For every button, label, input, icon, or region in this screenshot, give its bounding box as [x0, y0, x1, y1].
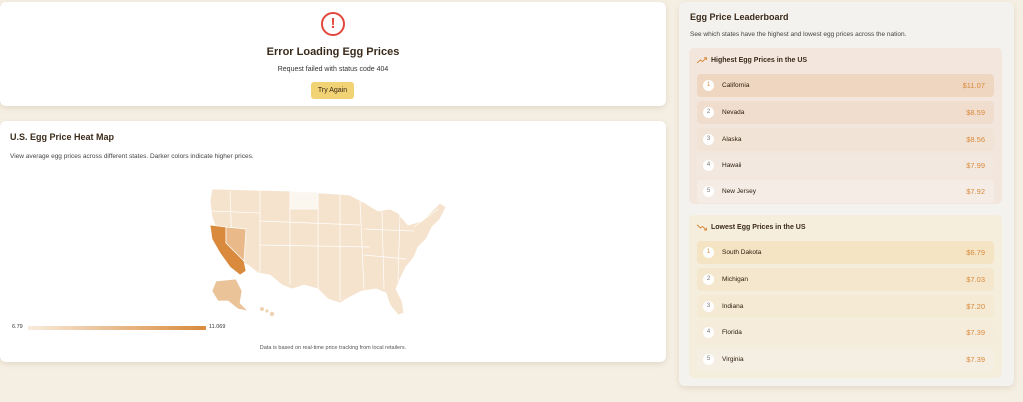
leaderboard-row[interactable]: 1 California $11.07 [697, 74, 994, 97]
error-title: Error Loading Egg Prices [266, 46, 400, 58]
us-map-body [209, 188, 447, 316]
alert-circle-icon: ! [321, 12, 345, 36]
state-north-dakota[interactable] [289, 191, 319, 210]
lowest-prices-section: Lowest Egg Prices in the US 1 South Dako… [689, 215, 1002, 378]
state-price: $7.99 [966, 161, 985, 170]
rank-badge: 2 [703, 274, 714, 285]
rank-badge: 3 [703, 301, 714, 312]
error-card: ! Error Loading Egg Prices Request faile… [0, 2, 666, 106]
lowest-prices-heading: Lowest Egg Prices in the US [697, 224, 806, 231]
rank-badge: 1 [703, 247, 714, 258]
state-price: $6.79 [966, 248, 985, 257]
state-name: Indiana [722, 303, 744, 310]
state-name: Florida [722, 329, 742, 336]
leaderboard-row[interactable]: 5 New Jersey $7.92 [697, 180, 994, 203]
us-heat-map[interactable] [200, 181, 460, 321]
highest-prices-heading-text: Highest Egg Prices in the US [711, 57, 808, 64]
leaderboard-panel: Egg Price Leaderboard See which states h… [679, 2, 1014, 386]
heat-map-title: U.S. Egg Price Heat Map [10, 132, 115, 142]
state-name: Nevada [722, 109, 745, 116]
rank-badge: 4 [703, 327, 714, 338]
state-name: Virginia [722, 356, 744, 363]
leaderboard-row[interactable]: 2 Nevada $8.59 [697, 101, 994, 124]
lowest-prices-heading-text: Lowest Egg Prices in the US [711, 224, 806, 231]
trending-up-icon [697, 57, 707, 64]
state-price: $8.59 [966, 108, 985, 117]
state-name: Hawaii [722, 162, 742, 169]
highest-prices-heading: Highest Egg Prices in the US [697, 57, 807, 64]
state-name: California [722, 82, 750, 89]
state-name: Michigan [722, 276, 749, 283]
state-price: $11.07 [962, 81, 985, 90]
state-alaska[interactable] [211, 278, 250, 312]
leaderboard-description: See which states have the highest and lo… [690, 31, 907, 38]
state-price: $7.39 [966, 328, 985, 337]
state-price: $7.39 [966, 355, 985, 364]
rank-badge: 3 [703, 134, 714, 145]
trending-down-icon [697, 224, 707, 231]
leaderboard-row[interactable]: 1 South Dakota $6.79 [697, 241, 994, 264]
leaderboard-row[interactable]: 4 Hawaii $7.99 [697, 154, 994, 177]
rank-badge: 1 [703, 80, 714, 91]
leaderboard-row[interactable]: 2 Michigan $7.03 [697, 268, 994, 291]
rank-badge: 5 [703, 186, 714, 197]
state-name: Alaska [722, 136, 742, 143]
legend-gradient-bar [28, 326, 206, 330]
leaderboard-row[interactable]: 3 Indiana $7.20 [697, 295, 994, 318]
state-price: $7.03 [966, 275, 985, 284]
leaderboard-title: Egg Price Leaderboard [690, 12, 789, 22]
leaderboard-row[interactable]: 4 Florida $7.39 [697, 321, 994, 344]
state-price: $7.20 [966, 302, 985, 311]
error-message: Request failed with status code 404 [277, 66, 389, 73]
rank-badge: 5 [703, 354, 714, 365]
rank-badge: 2 [703, 107, 714, 118]
rank-badge: 4 [703, 160, 714, 171]
state-price: $8.56 [966, 135, 985, 144]
highest-prices-section: Highest Egg Prices in the US 1 Californi… [689, 48, 1002, 204]
heat-map-card: U.S. Egg Price Heat Map View average egg… [0, 121, 666, 362]
legend-min-value: 6.79 [12, 324, 23, 330]
heat-map-description: View average egg prices across different… [10, 153, 254, 160]
state-name: South Dakota [722, 249, 762, 256]
leaderboard-row[interactable]: 3 Alaska $8.56 [697, 128, 994, 151]
leaderboard-row[interactable]: 5 Virginia $7.39 [697, 348, 994, 371]
try-again-button[interactable]: Try Again [311, 82, 354, 99]
state-name: New Jersey [722, 188, 756, 195]
state-hawaii[interactable] [260, 307, 275, 317]
legend-max-value: 11.069 [209, 324, 226, 330]
state-price: $7.92 [966, 187, 985, 196]
data-source-note: Data is based on real-time price trackin… [259, 345, 407, 351]
